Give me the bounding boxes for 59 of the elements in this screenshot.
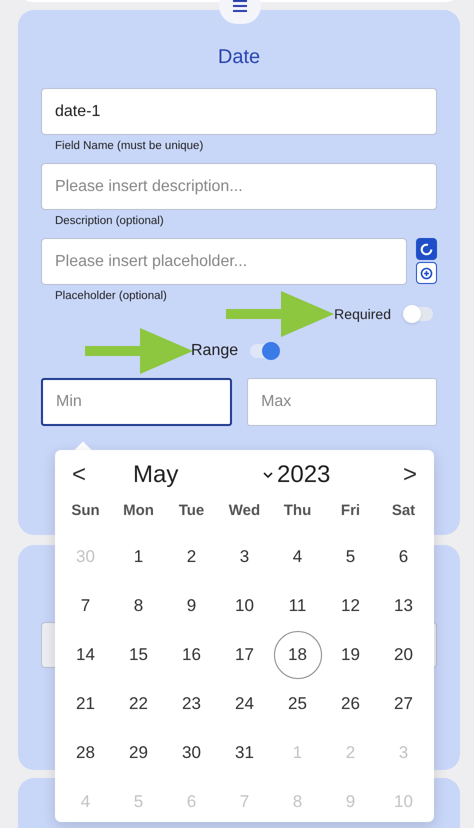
calendar-day[interactable]: 8 [114, 582, 162, 630]
calendar-day[interactable]: 10 [220, 582, 268, 630]
chevron-down-icon [263, 472, 273, 478]
calendar-day[interactable]: 24 [220, 680, 268, 728]
next-month-button[interactable]: > [390, 457, 430, 493]
weekday-label: Sun [70, 501, 101, 521]
refresh-icon [420, 242, 433, 256]
toggle-label: Required [334, 304, 391, 324]
weekday-label: Mon [122, 501, 155, 521]
calendar-day[interactable]: 17 [220, 630, 268, 678]
calendar-day[interactable]: 21 [62, 680, 110, 728]
refresh-button[interactable] [416, 238, 437, 260]
plus-circle-icon [420, 266, 433, 280]
calendar-day[interactable]: 3 [220, 532, 268, 580]
calendar-day[interactable]: 27 [380, 680, 428, 728]
calendar-day[interactable]: 22 [114, 680, 162, 728]
calendar-day[interactable]: 30 [168, 728, 216, 776]
calendar-day[interactable]: 31 [220, 728, 268, 776]
calendar-day[interactable]: 15 [114, 630, 162, 678]
calendar-day[interactable]: 16 [168, 630, 216, 678]
calendar-day[interactable]: 26 [326, 680, 374, 728]
text-field[interactable]: date-1 [41, 88, 437, 135]
calendar-day[interactable]: 19 [326, 630, 374, 678]
previous-month-button[interactable]: < [59, 457, 99, 493]
text-field[interactable]: Min [41, 378, 232, 426]
toggle-label: Range [191, 341, 238, 361]
calendar-day[interactable]: 1 [114, 532, 162, 580]
text-field[interactable]: Max [247, 378, 437, 426]
calendar-day[interactable]: 28 [62, 728, 110, 776]
weekday-label: Fri [340, 501, 362, 521]
card-title: Date [216, 45, 262, 70]
helper-text: Description (optional) [54, 214, 165, 228]
menu-icon [232, 0, 248, 12]
add-button[interactable] [416, 262, 437, 284]
weekday-label: Thu [282, 501, 312, 521]
calendar-day[interactable]: 13 [380, 582, 428, 630]
weekday-label: Wed [228, 501, 262, 521]
calendar-day[interactable]: 7 [62, 582, 110, 630]
calendar-day[interactable]: 4 [274, 532, 322, 580]
calendar-day[interactable]: 12 [326, 582, 374, 630]
calendar-day[interactable]: 11 [274, 582, 322, 630]
text-field[interactable]: Please insert description... [41, 163, 437, 210]
calendar-day[interactable]: 23 [168, 680, 216, 728]
calendar-day[interactable]: 29 [114, 728, 162, 776]
calendar-day[interactable]: 14 [62, 630, 110, 678]
calendar-day[interactable]: 20 [380, 630, 428, 678]
month-select[interactable]: May [133, 457, 263, 493]
year-select[interactable]: 2023 [277, 457, 330, 493]
helper-text: Field Name (must be unique) [54, 139, 204, 153]
weekday-label: Tue [178, 501, 206, 521]
weekday-label: Sat [390, 501, 416, 521]
calendar-day[interactable]: 6 [380, 532, 428, 580]
text-field[interactable]: Please insert placeholder... [41, 238, 407, 285]
calendar-day[interactable]: 9 [168, 582, 216, 630]
calendar-day[interactable]: 5 [326, 532, 374, 580]
calendar-day[interactable]: 2 [168, 532, 216, 580]
calendar-day[interactable]: 25 [274, 680, 322, 728]
helper-text: Placeholder (optional) [54, 289, 168, 303]
calendar-day[interactable]: 18 [274, 630, 322, 678]
